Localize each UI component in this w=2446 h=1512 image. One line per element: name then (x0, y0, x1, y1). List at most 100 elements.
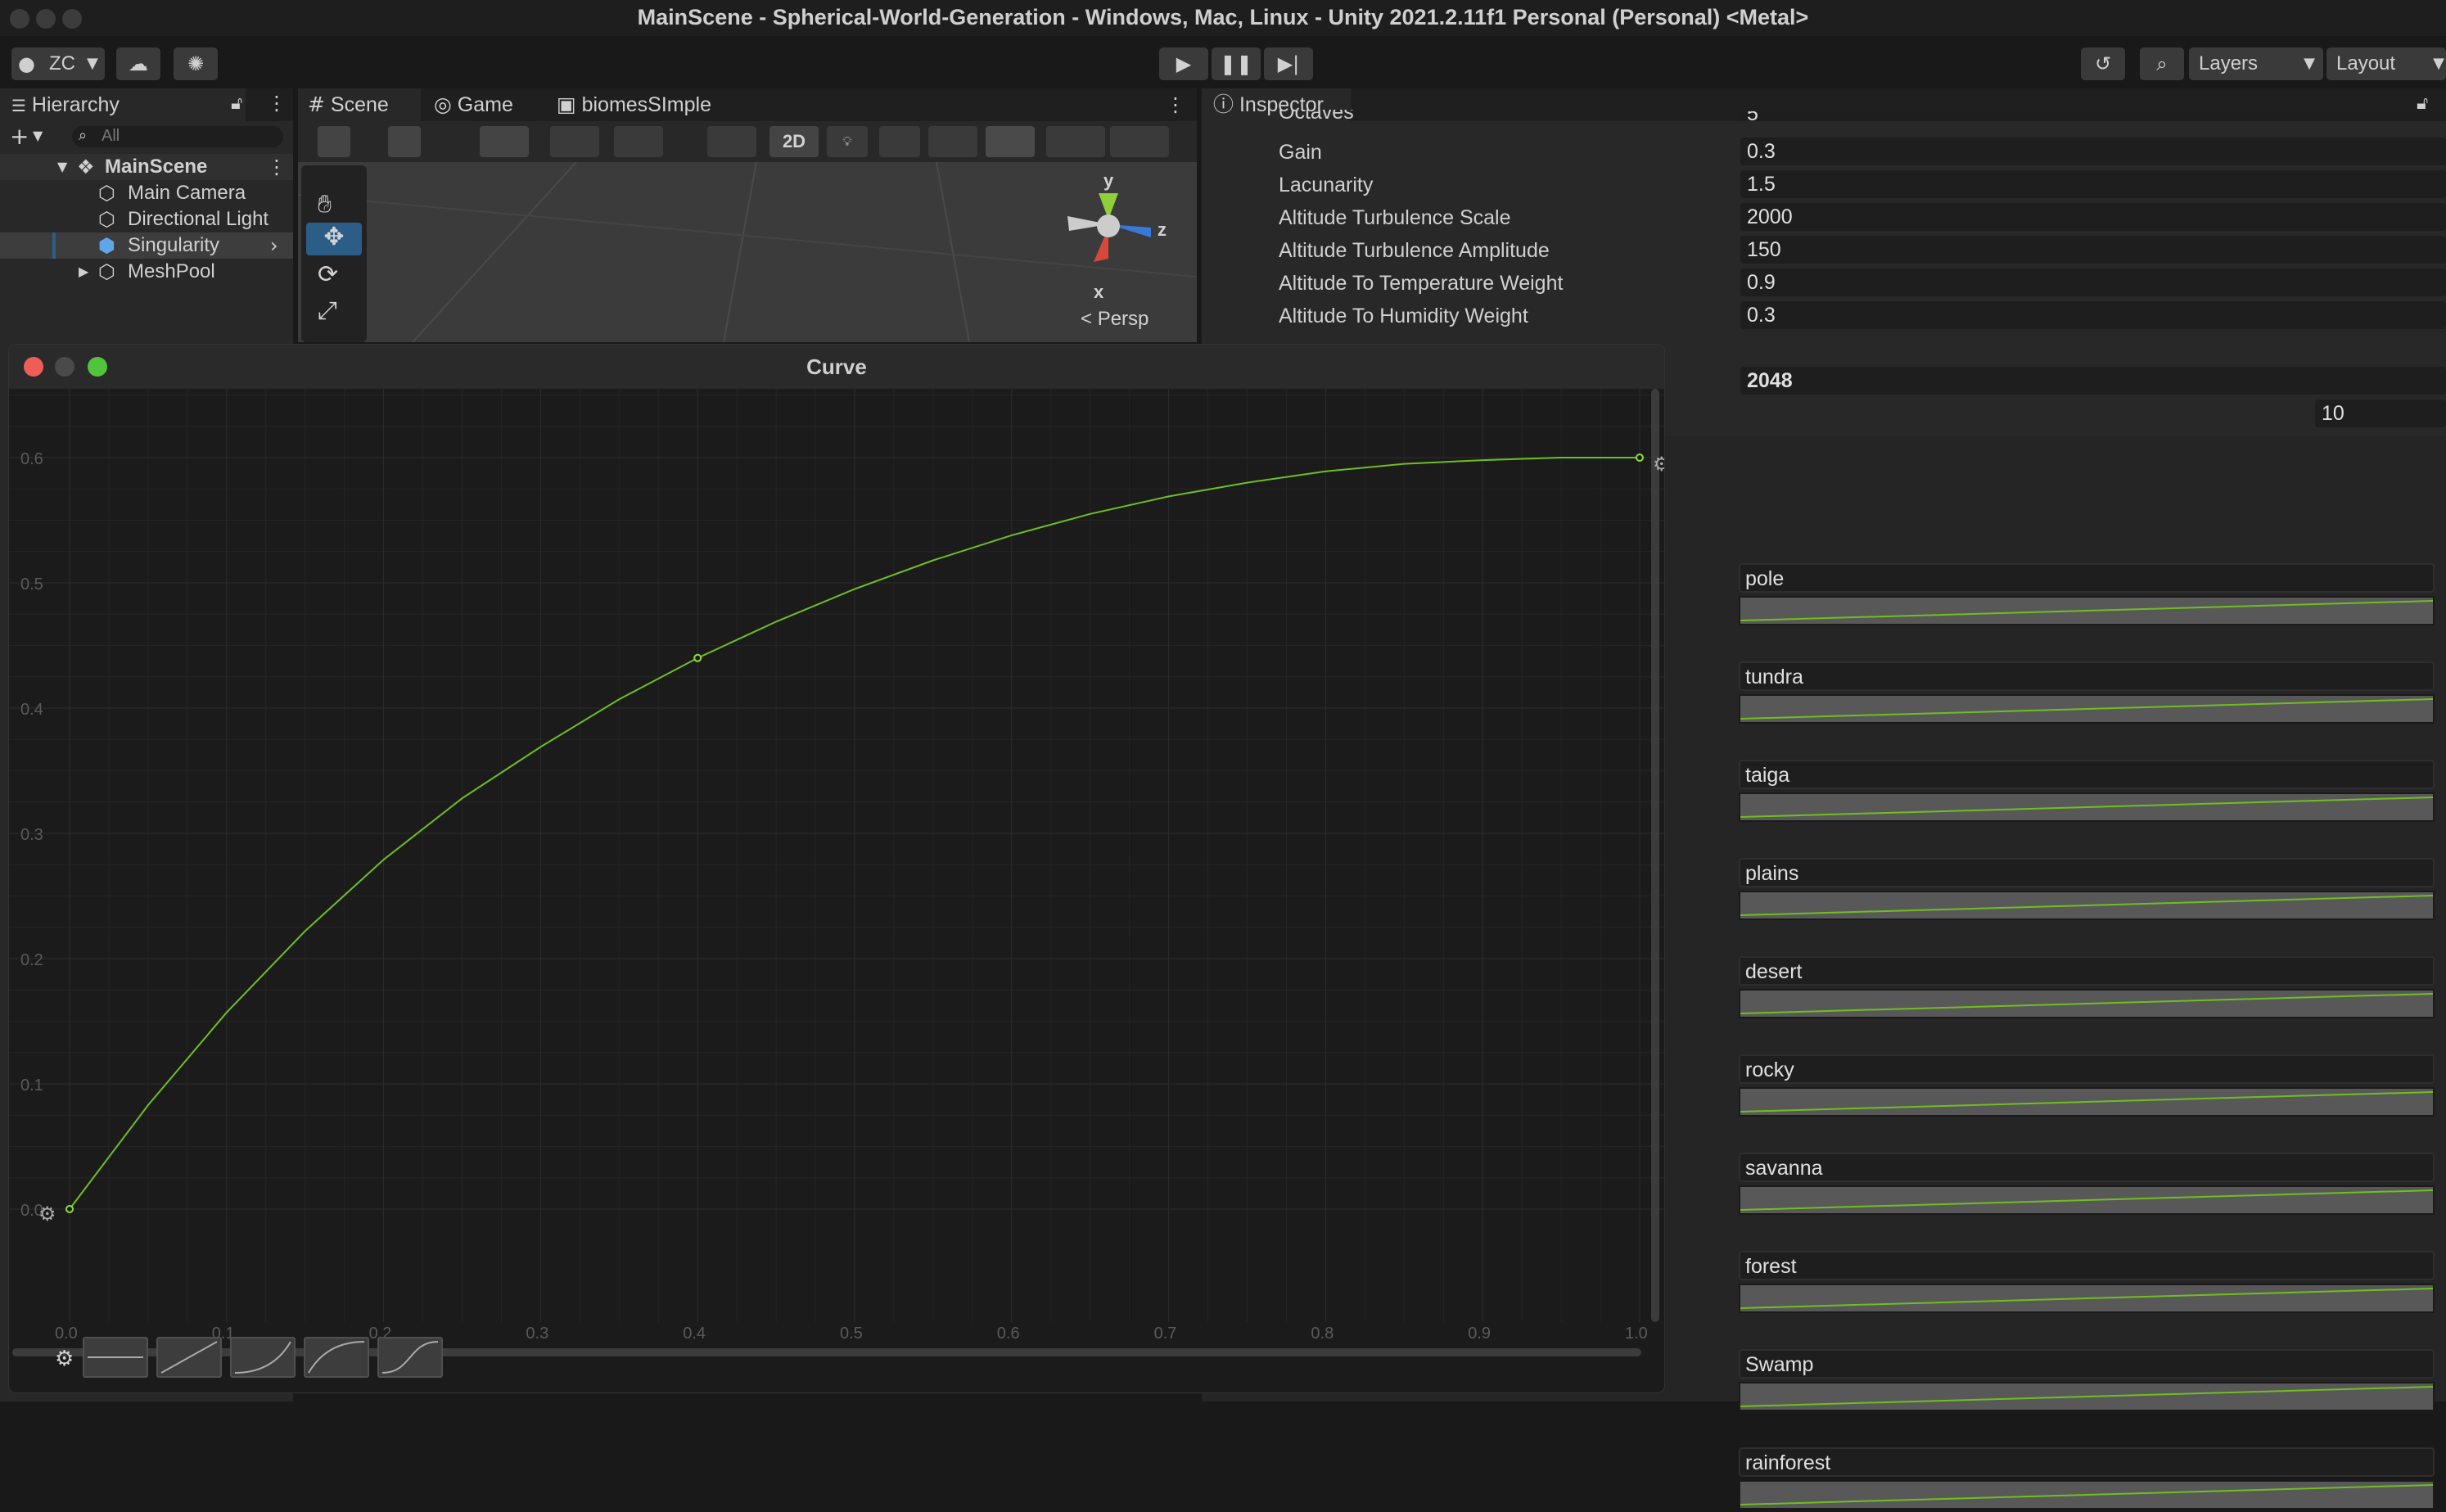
add-icon[interactable]: + (10, 123, 29, 150)
biome-curve-field[interactable] (1739, 1185, 2435, 1215)
curve-editor-window: Curve 0.6 0.5 0.4 0.3 0.2 0.1 0.0 0.0 0.1 0.2 0.3 0… (8, 344, 1665, 1393)
expand-arrow-icon[interactable]: ▼ (57, 154, 67, 180)
play-button[interactable]: ▶ (1159, 47, 1208, 80)
gear-icon: ✺ (187, 52, 205, 75)
move-tool-icon[interactable]: ✥ (306, 223, 362, 255)
lock-icon[interactable]: 🔓︎ (231, 93, 242, 114)
biome-curve-field[interactable] (1739, 792, 2435, 822)
pause-button[interactable]: ❚❚ (1212, 47, 1261, 80)
shading-button[interactable] (388, 126, 421, 157)
resolution-input[interactable]: 2048 (1740, 367, 2446, 395)
services-button[interactable]: ✺ (174, 47, 218, 80)
preset-ease-out-button[interactable] (304, 1337, 369, 1378)
lighting-toggle[interactable]: 💡︎ (827, 126, 868, 157)
chevron-down-icon[interactable]: ▼ (33, 128, 43, 143)
tab-biomes-simple[interactable]: ▣ biomesSImple (557, 88, 711, 121)
scene-root-row[interactable]: ▼ ❖ MainScene ⋮ (0, 154, 293, 180)
orientation-gizmo[interactable]: y z x < Persp (1051, 170, 1182, 334)
y-tick-label: 0.6 (20, 450, 43, 468)
rotate-tool-icon[interactable]: ⟳ (318, 260, 338, 289)
tab-scene[interactable]: # Scene (298, 88, 421, 121)
expand-arrow-icon[interactable]: ▶ (79, 259, 88, 285)
increment-snap-button[interactable] (614, 126, 663, 157)
account-dropdown[interactable]: ● ZC ▼ (11, 47, 105, 80)
property-value-input[interactable]: 0.3 (1740, 301, 2446, 329)
biome-count-input[interactable]: 10 (2315, 399, 2446, 427)
2d-toggle[interactable]: 2D (769, 126, 819, 157)
property-value-input[interactable]: 1.5 (1740, 170, 2446, 198)
preset-linear-icon (160, 1341, 218, 1374)
tab-game[interactable]: ◎ Game (434, 88, 513, 121)
biome-name-field[interactable]: tundra (1739, 661, 2435, 691)
property-value-cut[interactable]: 5 (1740, 111, 2446, 121)
scale-tool-icon[interactable]: ⤢ (318, 296, 337, 325)
scene-viewport[interactable]: ✋︎ ✥ ⟳ ⤢ y z x < Persp (297, 161, 1198, 343)
gameobject-icon: ⬡ (98, 182, 115, 205)
biome-name-field[interactable]: taiga (1739, 760, 2435, 789)
biome-name-field[interactable]: Swamp (1739, 1349, 2435, 1379)
property-label: Altitude To Temperature Weight (1279, 272, 1564, 295)
hierarchy-tab-bar: ☰ Hierarchy 🔓︎ ⋮ (0, 88, 293, 121)
window-title-bar: MainScene - Spherical-World-Generation -… (0, 0, 2446, 36)
biome-name-field[interactable]: rocky (1739, 1054, 2435, 1084)
hand-tool-icon[interactable]: ✋︎ (318, 190, 332, 219)
biome-curve-field[interactable] (1739, 1087, 2435, 1117)
grid-button[interactable] (550, 126, 599, 157)
tab-hierarchy[interactable]: ☰ Hierarchy (0, 88, 246, 121)
biome-curve-field[interactable] (1739, 989, 2435, 1018)
hierarchy-search-input[interactable]: ⌕ All (72, 126, 283, 147)
more-options-icon[interactable]: ⋮ (1166, 93, 1185, 116)
preset-constant-button[interactable] (83, 1337, 148, 1378)
history-button[interactable]: ↺ (2081, 47, 2125, 80)
biome-curve-field[interactable] (1739, 1480, 2435, 1510)
property-value-input[interactable]: 0.9 (1740, 269, 2446, 296)
layers-dropdown[interactable]: Layers ▼ (2189, 47, 2323, 80)
hierarchy-item-label: Singularity (128, 234, 220, 256)
hierarchy-item-selected[interactable]: ⬢ Singularity › (0, 232, 293, 259)
biome-curve-field[interactable] (1739, 1284, 2435, 1313)
biome-curve-field[interactable] (1739, 891, 2435, 920)
more-options-icon[interactable]: ⋮ (267, 92, 287, 115)
persp-label[interactable]: < Persp (1081, 308, 1149, 331)
hierarchy-item[interactable]: ⬡ Main Camera (0, 180, 293, 206)
property-value-input[interactable]: 0.3 (1740, 138, 2446, 165)
preset-ease-in-button[interactable] (230, 1337, 296, 1378)
hierarchy-item[interactable]: ⬡ Directional Light (0, 206, 293, 232)
curve-canvas[interactable]: 0.60.50.40.30.20.10.00.0 0.1 0.2 0.3 0.4 0.5 0… (9, 389, 1664, 1392)
step-button[interactable]: ▶| (1264, 47, 1313, 80)
persp-button[interactable] (707, 126, 756, 157)
biome-name-field[interactable]: savanna (1739, 1153, 2435, 1182)
gizmos-button[interactable] (1110, 126, 1169, 157)
property-value-input[interactable]: 150 (1740, 236, 2446, 264)
more-options-icon[interactable]: ⋮ (267, 154, 287, 180)
biome-name-field[interactable]: rainforest (1739, 1447, 2435, 1477)
biome-curve-field[interactable] (1739, 694, 2435, 724)
search-button[interactable]: ⌕ (2140, 47, 2184, 80)
biome-curve-preview (1740, 895, 2434, 916)
biome-name-field[interactable]: pole (1739, 563, 2435, 593)
biome-name-field[interactable]: plains (1739, 858, 2435, 887)
pre-wrap-gear-icon: ⚙ (38, 1203, 56, 1225)
biome-name-field[interactable]: forest (1739, 1251, 2435, 1280)
effects-toggle[interactable] (928, 126, 977, 157)
draw-mode-button[interactable] (318, 126, 350, 157)
transform-tools: ✋︎ ✥ ⟳ ⤢ (301, 165, 367, 342)
property-value-input[interactable]: 2000 (1740, 203, 2446, 231)
gear-icon[interactable]: ⚙ (55, 1347, 74, 1371)
biome-name-field[interactable]: desert (1739, 956, 2435, 986)
hidden-objects-toggle[interactable] (986, 126, 1035, 157)
hierarchy-item[interactable]: ▶ ⬡ MeshPool (0, 259, 293, 285)
chevron-right-icon[interactable]: › (270, 232, 278, 259)
audio-toggle[interactable] (879, 126, 920, 157)
search-placeholder: All (102, 127, 120, 145)
layout-dropdown[interactable]: Layout ▼ (2326, 47, 2446, 80)
cloud-button[interactable]: ☁ (116, 47, 160, 80)
preset-linear-button[interactable] (156, 1337, 222, 1378)
biome-curve-field[interactable] (1739, 1382, 2435, 1411)
camera-button[interactable] (1046, 126, 1105, 157)
biome-curve-field[interactable] (1739, 596, 2435, 625)
biome-curve-preview (1740, 797, 2434, 818)
preset-ease-in-out-button[interactable] (377, 1337, 443, 1378)
x-tick-label: 0.3 (526, 1325, 548, 1343)
snap-button[interactable] (480, 126, 529, 157)
